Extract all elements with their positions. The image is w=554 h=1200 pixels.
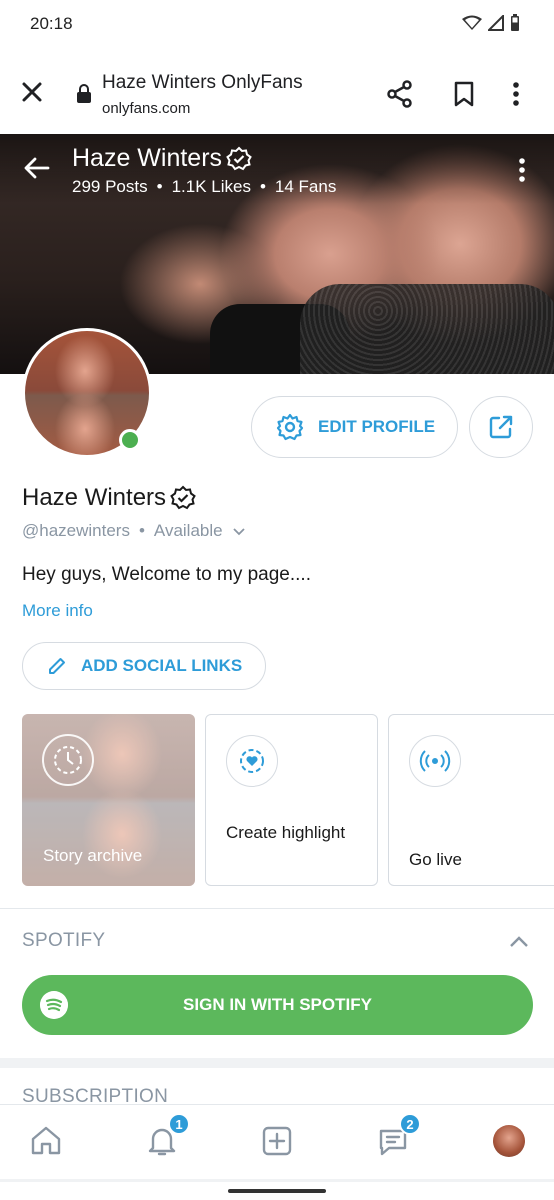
- nav-messages[interactable]: 2: [373, 1113, 421, 1161]
- profile-name: Haze Winters: [22, 484, 196, 512]
- battery-icon: [511, 14, 519, 31]
- profile-meta: @hazewinters • Available: [22, 521, 249, 541]
- gear-icon: [276, 413, 304, 441]
- go-live-label: Go live: [409, 850, 462, 869]
- cover-title: Haze Winters: [72, 144, 252, 173]
- status-bar: 20:18: [0, 0, 554, 50]
- pencil-icon: [49, 658, 65, 674]
- profile-handle: @hazewinters: [22, 521, 130, 540]
- share-out-icon: [489, 415, 513, 439]
- create-highlight-label: Create highlight: [226, 823, 346, 842]
- home-icon: [31, 1126, 61, 1155]
- wifi-icon: [462, 15, 482, 30]
- browser-url[interactable]: onlyfans.com: [102, 100, 190, 117]
- live-broadcast-icon: [409, 735, 461, 787]
- home-indicator[interactable]: [228, 1189, 326, 1193]
- nav-divider: [0, 1179, 554, 1182]
- clock-icon: [42, 734, 94, 786]
- subscription-section-title: SUBSCRIPTION: [22, 1086, 169, 1104]
- separator-dot: •: [259, 177, 266, 196]
- availability-status[interactable]: Available: [154, 521, 223, 541]
- more-vertical-icon[interactable]: [518, 156, 526, 184]
- spotify-icon: [40, 991, 68, 1019]
- signal-icon: [488, 15, 504, 31]
- spotify-section-title: SPOTIFY: [22, 930, 106, 951]
- add-social-links-button[interactable]: ADD SOCIAL LINKS: [22, 642, 266, 690]
- separator-dot: •: [138, 521, 145, 540]
- share-icon[interactable]: [386, 80, 414, 108]
- create-highlight-tile[interactable]: Create highlight: [205, 714, 378, 886]
- nav-notifications[interactable]: 1: [142, 1113, 190, 1161]
- cover-name: Haze Winters: [72, 144, 223, 172]
- add-post-icon: [262, 1126, 292, 1156]
- chevron-up-icon[interactable]: [508, 934, 530, 950]
- back-arrow-icon[interactable]: [22, 154, 50, 182]
- status-icons: [462, 14, 520, 32]
- more-info-link[interactable]: More info: [22, 601, 93, 621]
- more-vertical-icon[interactable]: [512, 80, 520, 108]
- spotify-sign-in-label: SIGN IN WITH SPOTIFY: [183, 995, 372, 1014]
- section-separator: [0, 1058, 554, 1068]
- nav-profile-avatar[interactable]: [493, 1125, 525, 1157]
- posts-count: 299 Posts: [72, 177, 148, 196]
- notifications-badge: 1: [168, 1113, 190, 1135]
- go-live-tile[interactable]: Go live: [388, 714, 554, 886]
- likes-count: 1.1K Likes: [171, 177, 251, 196]
- close-icon[interactable]: [18, 78, 46, 106]
- spotify-sign-in-button[interactable]: SIGN IN WITH SPOTIFY: [22, 975, 533, 1035]
- cover-image-detail: [300, 284, 554, 374]
- verified-icon: [226, 146, 252, 170]
- edit-profile-label: EDIT PROFILE: [318, 417, 436, 436]
- nav-home[interactable]: [26, 1121, 66, 1161]
- browser-toolbar: Haze Winters OnlyFans onlyfans.com: [0, 50, 554, 134]
- status-time: 20:18: [30, 14, 73, 33]
- bookmark-icon[interactable]: [452, 80, 476, 108]
- story-archive-tile[interactable]: Story archive: [22, 714, 195, 886]
- profile-bio: Hey guys, Welcome to my page....: [22, 564, 311, 585]
- chevron-down-icon[interactable]: [229, 521, 249, 541]
- story-archive-label: Story archive: [43, 846, 143, 865]
- section-divider: [0, 908, 554, 909]
- verified-icon: [170, 485, 196, 510]
- heart-circle-icon: [226, 735, 278, 787]
- cover-stats: 299 Posts • 1.1K Likes • 14 Fans: [72, 177, 336, 197]
- edit-profile-button[interactable]: EDIT PROFILE: [251, 396, 458, 458]
- fans-count: 14 Fans: [274, 177, 337, 196]
- browser-page-title: Haze Winters OnlyFans: [102, 72, 303, 93]
- profile-name-text: Haze Winters: [22, 484, 167, 511]
- nav-new-post[interactable]: [257, 1121, 297, 1161]
- bottom-navigation: 1 2: [0, 1104, 554, 1200]
- share-profile-button[interactable]: [469, 396, 533, 458]
- messages-badge: 2: [399, 1113, 421, 1135]
- add-social-links-label: ADD SOCIAL LINKS: [81, 656, 243, 675]
- lock-icon: [77, 84, 91, 103]
- separator-dot: •: [156, 177, 163, 196]
- online-status-indicator: [119, 429, 141, 451]
